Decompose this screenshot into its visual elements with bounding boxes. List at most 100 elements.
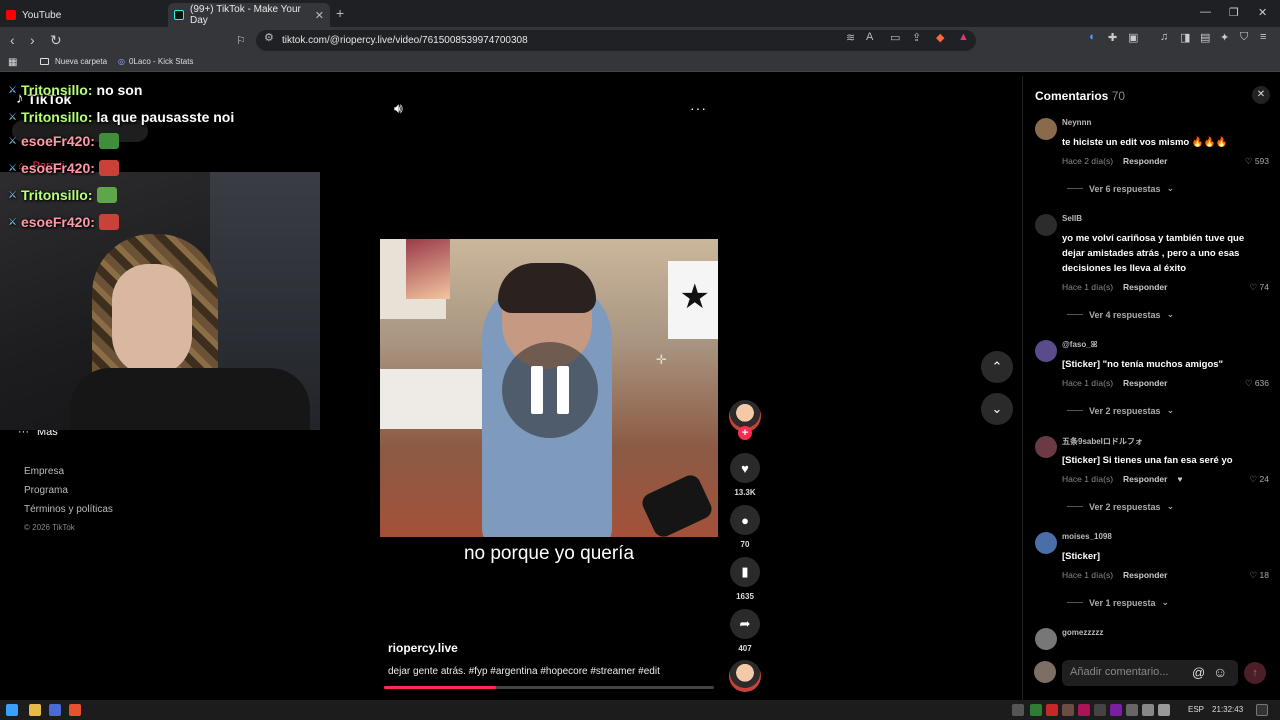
comment-avatar[interactable] bbox=[1035, 628, 1057, 650]
extension-icon[interactable]: ◖ bbox=[1088, 31, 1095, 43]
view-replies-button[interactable]: Ver 6 respuestas ⌄ bbox=[1067, 183, 1174, 194]
reader-icon[interactable]: ≋ bbox=[846, 31, 855, 44]
view-replies-label: Ver 4 respuestas bbox=[1089, 309, 1161, 320]
comment-user[interactable]: @faso_ꕤ bbox=[1062, 340, 1097, 350]
reload-icon[interactable]: ↻ bbox=[50, 32, 62, 49]
comment-avatar[interactable] bbox=[1035, 118, 1057, 140]
brave-rewards-icon[interactable]: ▲ bbox=[958, 31, 969, 43]
music-disc-avatar[interactable] bbox=[729, 660, 761, 692]
restore-button[interactable]: ❐ bbox=[1229, 6, 1239, 19]
more-options-icon[interactable]: ··· bbox=[690, 100, 707, 116]
reply-button[interactable]: Responder bbox=[1123, 474, 1167, 484]
bookmark-label: Nueva carpeta bbox=[55, 57, 108, 66]
tray-app-icon[interactable] bbox=[1046, 704, 1058, 716]
view-replies-button[interactable]: Ver 2 respuestas ⌄ bbox=[1067, 501, 1174, 512]
save-button[interactable]: ▮ bbox=[730, 557, 760, 587]
close-window-button[interactable]: ✕ bbox=[1258, 6, 1267, 19]
volume-icon[interactable]: 🔊︎ bbox=[394, 100, 403, 117]
vpn-icon[interactable]: ⛉ bbox=[1240, 31, 1248, 44]
next-video-button[interactable]: ⌄ bbox=[981, 393, 1013, 425]
view-replies-button[interactable]: Ver 4 respuestas ⌄ bbox=[1067, 309, 1174, 320]
video-author[interactable]: riopercy.live bbox=[388, 641, 458, 655]
emoji-icon[interactable]: ☺ bbox=[1213, 664, 1227, 680]
language-indicator[interactable]: ESP bbox=[1188, 705, 1204, 714]
footer-link-terms[interactable]: Términos y políticas bbox=[24, 504, 113, 515]
comment-user[interactable]: gomezzzzz bbox=[1062, 628, 1103, 637]
site-info-icon[interactable]: ⚙ bbox=[264, 31, 274, 44]
footer-link-company[interactable]: Empresa bbox=[24, 466, 113, 477]
comment-user[interactable]: SellB bbox=[1062, 214, 1082, 223]
send-comment-button[interactable]: ↑ bbox=[1244, 662, 1266, 684]
tab-youtube[interactable]: YouTube bbox=[6, 3, 166, 27]
brave-shield-icon[interactable]: ◆ bbox=[936, 31, 944, 44]
add-comment-input[interactable]: Añadir comentario... bbox=[1062, 660, 1238, 686]
start-icon[interactable] bbox=[6, 704, 18, 716]
tray-app-icon[interactable] bbox=[1094, 704, 1106, 716]
comment-like[interactable]: ♡ 24 bbox=[1250, 474, 1269, 485]
sidebar-icon[interactable]: ◨ bbox=[1180, 31, 1190, 44]
leo-ai-icon[interactable]: ✦ bbox=[1220, 31, 1229, 44]
comment-like[interactable]: ♡ 593 bbox=[1245, 156, 1269, 167]
reply-button[interactable]: Responder bbox=[1123, 570, 1167, 580]
volume-tray-icon[interactable] bbox=[1158, 704, 1170, 716]
comment-avatar[interactable] bbox=[1035, 532, 1057, 554]
new-tab-button[interactable]: + bbox=[336, 5, 344, 21]
comment-avatar[interactable] bbox=[1035, 214, 1057, 236]
brave-icon[interactable] bbox=[69, 704, 81, 716]
media-icon[interactable]: ♫ bbox=[1160, 31, 1168, 43]
comment-avatar[interactable] bbox=[1035, 340, 1057, 362]
comment-user[interactable]: 五条9sabelロドルフォ bbox=[1062, 436, 1143, 447]
video-progress-bar[interactable] bbox=[384, 686, 714, 689]
my-avatar[interactable] bbox=[1034, 661, 1056, 683]
bookmark-kick-stats[interactable]: ◎ 0Laco - Kick Stats bbox=[118, 57, 193, 66]
comment-avatar[interactable] bbox=[1035, 436, 1057, 458]
pause-button[interactable] bbox=[502, 342, 598, 438]
explorer-icon[interactable] bbox=[29, 704, 41, 716]
mention-icon[interactable]: @ bbox=[1192, 665, 1205, 680]
tray-app-icon[interactable] bbox=[1012, 704, 1024, 716]
notifications-icon[interactable] bbox=[1256, 704, 1268, 716]
reply-button[interactable]: Responder bbox=[1123, 378, 1167, 388]
bookmark-icon[interactable]: ⚐ bbox=[236, 34, 246, 47]
close-comments-button[interactable]: ✕ bbox=[1252, 86, 1270, 104]
clock[interactable]: 21:32:43 bbox=[1212, 705, 1243, 714]
reply-button[interactable]: Responder bbox=[1123, 282, 1167, 292]
like-count: 13.3K bbox=[734, 488, 756, 497]
previous-video-button[interactable]: ⌃ bbox=[981, 351, 1013, 383]
tray-app-icon[interactable] bbox=[1030, 704, 1042, 716]
tab-tiktok[interactable]: (99+) TikTok - Make Your Day ✕ bbox=[168, 3, 330, 27]
comment-like[interactable]: ♡ 74 bbox=[1250, 282, 1269, 293]
app-icon[interactable] bbox=[49, 704, 61, 716]
screenshot-icon[interactable]: ▣ bbox=[1128, 31, 1138, 44]
share-icon[interactable]: ⇪ bbox=[912, 31, 921, 44]
close-tab-icon[interactable]: ✕ bbox=[315, 9, 324, 22]
extensions-icon[interactable]: ✚ bbox=[1108, 31, 1117, 44]
follow-button[interactable]: + bbox=[738, 426, 752, 440]
forward-icon[interactable]: › bbox=[30, 32, 35, 48]
footer-link-program[interactable]: Programa bbox=[24, 485, 113, 496]
minimize-button[interactable]: — bbox=[1200, 6, 1211, 18]
comment-meta: Hace 1 día(s) Responder bbox=[1062, 570, 1262, 580]
tray-app-icon[interactable] bbox=[1078, 704, 1090, 716]
apps-icon[interactable]: ▦ bbox=[8, 57, 17, 68]
share-button[interactable]: ➦ bbox=[730, 609, 760, 639]
install-icon[interactable]: ▭ bbox=[890, 31, 900, 44]
view-replies-button[interactable]: Ver 1 respuesta ⌄ bbox=[1067, 597, 1169, 608]
comment-user[interactable]: moises_1098 bbox=[1062, 532, 1112, 541]
comment-user[interactable]: Neynnn bbox=[1062, 118, 1091, 127]
tray-app-icon[interactable] bbox=[1110, 704, 1122, 716]
wallet-icon[interactable]: ▤ bbox=[1200, 31, 1210, 44]
bookmark-folder[interactable]: Nueva carpeta bbox=[40, 57, 107, 66]
like-button[interactable]: ♥ bbox=[730, 453, 760, 483]
tray-app-icon[interactable] bbox=[1126, 704, 1138, 716]
comment-button[interactable]: ● bbox=[730, 505, 760, 535]
menu-icon[interactable]: ≡ bbox=[1260, 31, 1266, 43]
comment-like[interactable]: ♡ 636 bbox=[1245, 378, 1269, 389]
reply-button[interactable]: Responder bbox=[1123, 156, 1167, 166]
tray-app-icon[interactable] bbox=[1062, 704, 1074, 716]
translate-icon[interactable]: A bbox=[866, 31, 873, 43]
comment-like[interactable]: ♡ 18 bbox=[1250, 570, 1269, 581]
network-icon[interactable] bbox=[1142, 704, 1154, 716]
back-icon[interactable]: ‹ bbox=[10, 32, 15, 48]
view-replies-button[interactable]: Ver 2 respuestas ⌄ bbox=[1067, 405, 1174, 416]
